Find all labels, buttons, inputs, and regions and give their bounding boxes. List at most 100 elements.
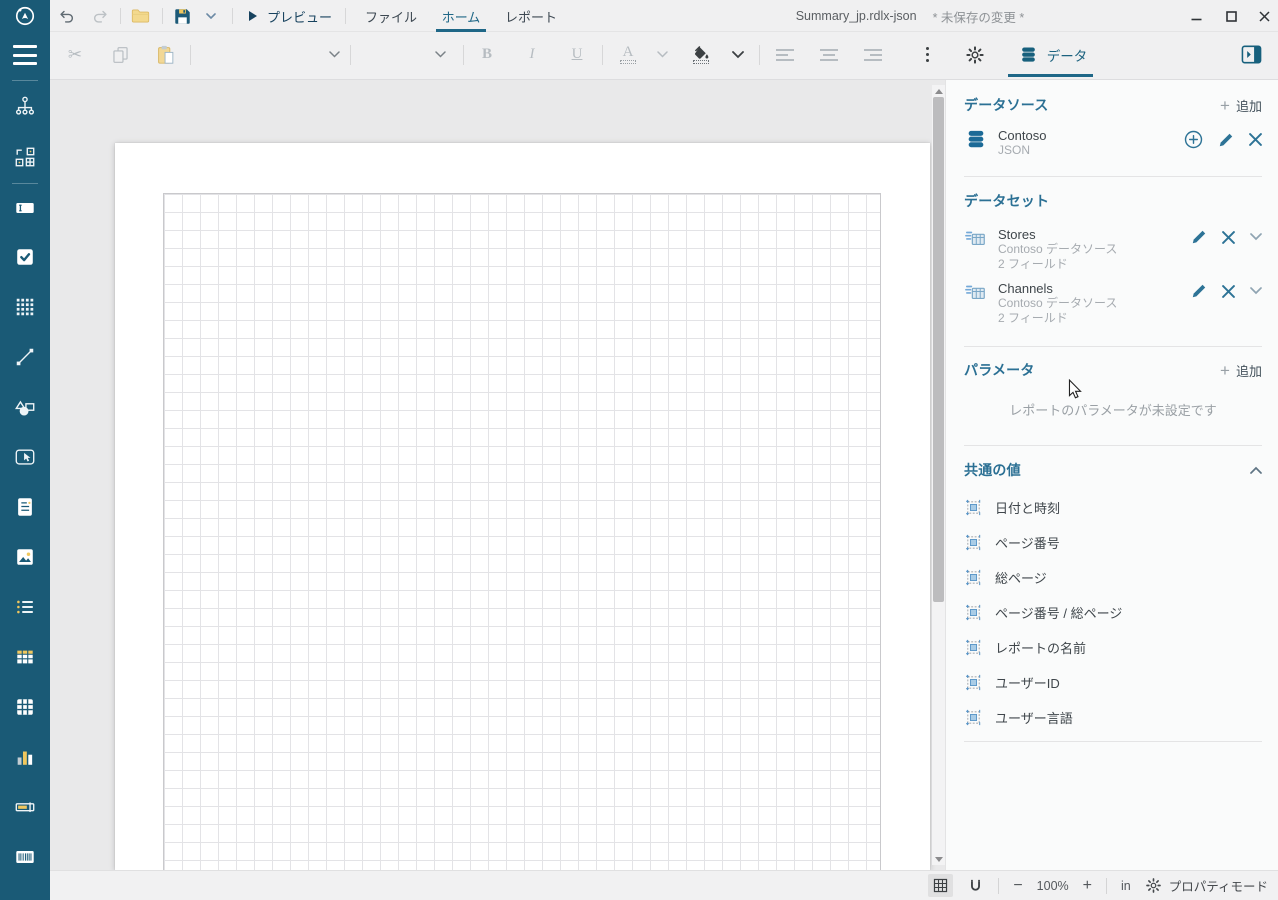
unit-selector[interactable]: in [1121, 879, 1131, 893]
edit-pencil-icon[interactable] [1191, 283, 1207, 299]
add-dataset-icon[interactable] [1184, 130, 1203, 149]
scroll-down-arrow[interactable] [932, 853, 945, 865]
dataset-actions [1191, 281, 1262, 299]
copy-button[interactable] [106, 32, 134, 77]
common-value-item[interactable]: 日付と時刻 [964, 490, 1262, 525]
collapse-panel-button[interactable] [1236, 32, 1266, 77]
design-canvas[interactable] [50, 80, 945, 870]
fill-color-dropdown[interactable] [726, 32, 750, 77]
align-left-button[interactable] [771, 32, 799, 77]
paste-icon [156, 45, 175, 65]
scroll-up-arrow[interactable] [932, 85, 945, 97]
tablix-icon[interactable] [14, 296, 36, 318]
report-page[interactable] [115, 143, 930, 870]
align-center-button[interactable] [815, 32, 843, 77]
filename: Summary_jp.rdlx-json [796, 9, 917, 23]
textbox-icon[interactable] [14, 197, 36, 219]
common-value-item[interactable]: 総ページ [964, 560, 1262, 595]
open-file-button[interactable] [126, 0, 154, 32]
add-parameter-button[interactable]: + 追加 [1220, 361, 1262, 380]
layout-icon[interactable] [14, 146, 36, 168]
list-icon[interactable] [14, 596, 36, 618]
menu-button[interactable] [13, 45, 37, 65]
zoom-in-button[interactable]: + [1083, 877, 1092, 895]
barcode-icon[interactable] [14, 846, 36, 868]
draggable-field-icon [964, 533, 983, 552]
datasets-title: データセット [964, 191, 1049, 211]
paste-button[interactable] [151, 32, 179, 77]
snap-to-grid-button[interactable] [967, 877, 984, 894]
close-icon [1259, 11, 1270, 22]
font-size-select[interactable] [358, 32, 446, 77]
maximize-button[interactable] [1216, 0, 1246, 32]
dataset-item-channels[interactable]: Channels Contoso データソース 2 フィールド [964, 281, 1262, 326]
chevron-down-icon[interactable] [1250, 233, 1262, 241]
underline-button[interactable]: U [563, 32, 591, 77]
delete-x-icon[interactable] [1249, 133, 1262, 146]
bold-button[interactable]: B [473, 32, 501, 77]
parameters-title: パラメータ [964, 360, 1035, 380]
statusbar-separator [1106, 878, 1107, 894]
scrollbar-thumb[interactable] [933, 97, 944, 602]
redo-button[interactable] [87, 0, 113, 32]
tab-home[interactable]: ホーム [433, 0, 489, 32]
save-button[interactable] [168, 0, 196, 32]
tab-report[interactable]: レポート [503, 0, 559, 32]
chevron-down-icon[interactable] [1250, 287, 1262, 295]
tab-file[interactable]: ファイル [363, 0, 419, 32]
chevron-down-icon [657, 51, 668, 58]
datasource-item-contoso[interactable]: Contoso JSON [964, 128, 1262, 158]
bullet-icon[interactable] [14, 796, 36, 818]
common-value-item[interactable]: レポートの名前 [964, 630, 1262, 665]
datasource-actions [1184, 128, 1262, 149]
document-title: Summary_jp.rdlx-json * 未保存の変更 * [700, 0, 1120, 32]
settings-button[interactable] [961, 32, 989, 77]
input-button-icon[interactable] [14, 446, 36, 468]
zoom-out-button[interactable]: − [1013, 877, 1022, 895]
align-right-button[interactable] [859, 32, 887, 77]
font-family-select[interactable] [200, 32, 340, 77]
matrix-icon[interactable] [14, 696, 36, 718]
chevron-up-icon[interactable] [1250, 466, 1262, 474]
common-value-item[interactable]: ユーザーID [964, 665, 1262, 700]
datasources-section-header: データソース + 追加 [964, 94, 1262, 116]
image-icon[interactable] [14, 546, 36, 568]
shapes-icon[interactable] [14, 396, 36, 418]
richtext-icon[interactable] [14, 496, 36, 518]
titlebar: プレビュー ファイル ホーム レポート Summary_jp.rdlx-json… [0, 0, 1278, 32]
panel-divider [964, 176, 1262, 177]
font-color-button[interactable]: A [614, 32, 642, 77]
design-grid-surface[interactable] [163, 193, 881, 870]
canvas-vertical-scrollbar[interactable] [932, 85, 945, 865]
cut-button[interactable]: ✂ [61, 32, 89, 77]
edit-pencil-icon[interactable] [1218, 132, 1234, 148]
delete-x-icon[interactable] [1222, 231, 1235, 244]
edit-pencil-icon[interactable] [1191, 229, 1207, 245]
dataset-item-stores[interactable]: Stores Contoso データソース 2 フィールド [964, 227, 1262, 272]
italic-button[interactable]: I [518, 32, 546, 77]
minimize-button[interactable] [1181, 0, 1211, 32]
datasets-section-header: データセット [964, 190, 1262, 212]
table-icon[interactable] [14, 646, 36, 668]
undo-button[interactable] [53, 0, 79, 32]
fill-color-button[interactable] [687, 32, 715, 77]
toggle-grid-button[interactable] [928, 874, 953, 897]
common-value-item[interactable]: ページ番号 / 総ページ [964, 595, 1262, 630]
preview-button[interactable]: プレビュー [240, 0, 340, 32]
property-mode-button[interactable]: プロパティモード [1145, 876, 1268, 895]
close-button[interactable] [1249, 0, 1278, 32]
cut-icon: ✂ [68, 45, 82, 65]
report-explorer-icon[interactable] [14, 95, 36, 117]
delete-x-icon[interactable] [1222, 285, 1235, 298]
checkbox-icon[interactable] [14, 246, 36, 268]
line-icon[interactable] [14, 346, 36, 368]
magnet-icon [967, 877, 984, 894]
more-options-button[interactable] [913, 32, 941, 77]
font-color-dropdown[interactable] [650, 32, 674, 77]
common-value-item[interactable]: ユーザー言語 [964, 700, 1262, 735]
save-dropdown-button[interactable] [200, 0, 222, 32]
chart-icon[interactable] [14, 746, 36, 768]
add-datasource-button[interactable]: + 追加 [1220, 96, 1262, 115]
data-panel-tab[interactable]: データ [1008, 32, 1098, 77]
common-value-item[interactable]: ページ番号 [964, 525, 1262, 560]
